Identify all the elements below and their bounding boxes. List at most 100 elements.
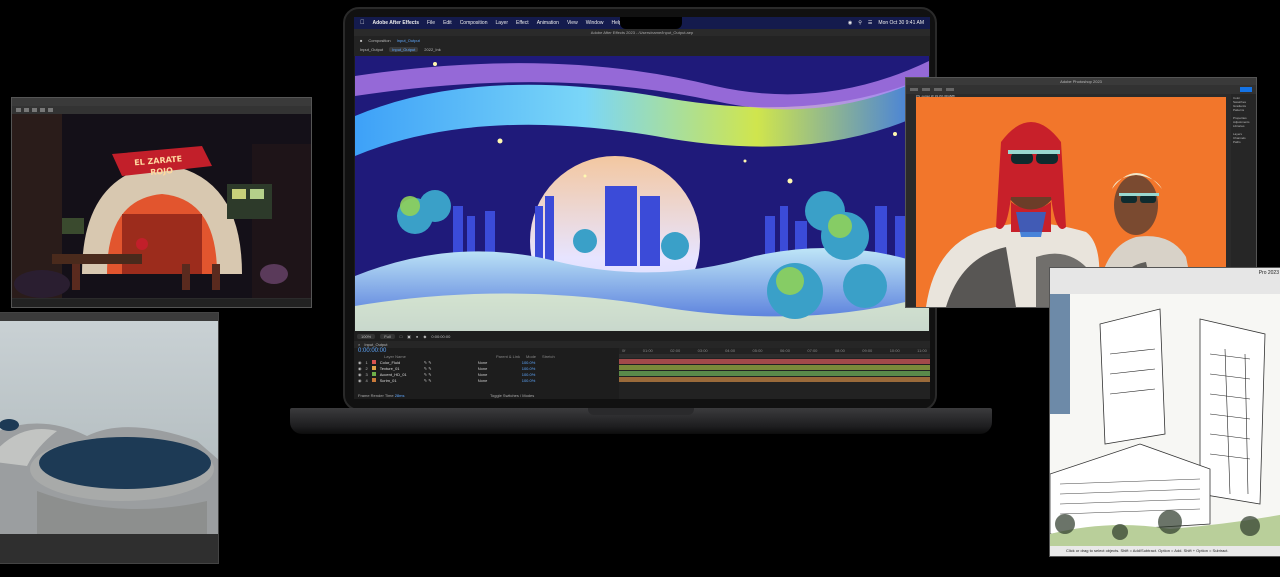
comp-tab-3[interactable]: 2022_Ink [424, 47, 440, 52]
layer-track-bar[interactable] [619, 365, 930, 370]
ruler-tick: 08:00 [834, 348, 845, 353]
layer-track-bar[interactable] [619, 359, 930, 364]
layer-color-label[interactable] [371, 378, 376, 382]
menu-layer[interactable]: Layer [495, 20, 508, 26]
tool-icon[interactable] [48, 108, 53, 112]
sculpt-app-topbar [0, 313, 218, 321]
layer-stretch[interactable]: 100.0% [522, 366, 536, 371]
layer-name[interactable]: Texture_01 [380, 366, 420, 371]
arch-app-toolbar: Pro 2023 [1050, 268, 1280, 294]
eye-icon[interactable]: ◉ [358, 372, 362, 377]
layer-stretch[interactable]: 100.0% [522, 360, 536, 365]
layer-parent[interactable]: None [478, 372, 500, 377]
menu-effect[interactable]: Effect [516, 20, 529, 26]
timeline-tracks[interactable]: 0f 01:00 02:00 03:00 04:00 05:00 06:00 0… [619, 348, 930, 399]
camera-notch [620, 17, 682, 29]
layer-name[interactable]: Scrim_01 [380, 378, 420, 383]
layer-list: 0:00:00:00 Layer Name Parent & Link Mode… [354, 348, 619, 399]
render-app-titlebar [12, 98, 311, 106]
frame-render-value: 28ms [394, 393, 405, 398]
layer-track-bar[interactable] [619, 371, 930, 376]
layer-parent[interactable]: None [478, 366, 500, 371]
tool-option[interactable] [934, 88, 942, 91]
timeline-tab[interactable]: Input_Output [364, 342, 387, 347]
layer-number: 2 [365, 365, 368, 371]
col-parent: Parent & Link [496, 354, 521, 359]
comp-tab-2[interactable]: Input_Output [389, 47, 419, 52]
tool-icon[interactable] [40, 108, 45, 112]
menu-window[interactable]: Window [586, 20, 604, 26]
resolution-select[interactable]: Full [380, 333, 395, 339]
layer-row[interactable]: ◉ 4 Scrim_01 ✎ ✎ None 100.0% [354, 377, 619, 383]
comp-tab-1[interactable]: Input_Output [360, 47, 383, 52]
layer-number: 4 [365, 377, 368, 383]
layer-parent[interactable]: None [478, 360, 500, 365]
render-scene-illustration: EL ZARATE ROJO [12, 114, 311, 298]
layer-stretch[interactable]: 100.0% [522, 372, 536, 377]
sculpt-viewport[interactable] [0, 321, 218, 536]
wifi-icon[interactable]: ◉ [848, 20, 852, 26]
channel-icon[interactable]: ● [416, 334, 418, 339]
tool-option[interactable] [922, 88, 930, 91]
panel-paths[interactable]: Paths [1233, 140, 1256, 144]
lock-icon[interactable]: ■ [360, 38, 362, 43]
ae-composition-viewer[interactable] [355, 56, 929, 331]
switches-icon[interactable]: ✎ ✎ [424, 378, 474, 383]
layer-color-label[interactable] [371, 366, 376, 370]
timeline-close-icon[interactable]: × [358, 342, 360, 347]
col-mode: Mode [526, 354, 537, 359]
menu-edit[interactable]: Edit [443, 20, 452, 26]
share-button[interactable] [1240, 87, 1252, 92]
menu-view[interactable]: View [567, 20, 578, 26]
menu-composition[interactable]: Composition [460, 20, 488, 26]
eye-icon[interactable]: ◉ [358, 366, 362, 371]
layer-color-label[interactable] [371, 360, 376, 364]
macbook-display:  Adobe After Effects File Edit Composit… [343, 7, 937, 411]
switches-icon[interactable]: ✎ ✎ [424, 360, 474, 365]
viewer-timecode[interactable]: 0:00:00:00 [431, 334, 450, 339]
layer-name[interactable]: Color_Fluid [380, 360, 420, 365]
menu-animation[interactable]: Animation [537, 20, 559, 26]
home-icon[interactable] [910, 88, 918, 91]
grid-icon[interactable]: □ [400, 334, 402, 339]
eye-icon[interactable]: ◉ [358, 378, 362, 383]
mask-icon[interactable]: ▣ [407, 334, 411, 339]
control-center-icon[interactable]: ☰ [868, 20, 872, 26]
menu-app-name[interactable]: Adobe After Effects [373, 20, 420, 26]
work-area-bar[interactable] [619, 354, 930, 358]
switches-icon[interactable]: ✎ ✎ [424, 372, 474, 377]
composition-name[interactable]: Input_Output [397, 38, 420, 43]
sculpt-illustration [0, 419, 218, 536]
ruler-tick: 04:00 [725, 348, 736, 353]
tool-icon[interactable] [24, 108, 29, 112]
menu-file[interactable]: File [427, 20, 435, 26]
camera-icon[interactable]: ◆ [423, 334, 426, 339]
ps-window-title: Adobe Photoshop 2023 [906, 78, 1256, 85]
layer-track-bar[interactable] [619, 377, 930, 382]
layer-color-label[interactable] [371, 372, 376, 376]
layer-stretch[interactable]: 100.0% [522, 378, 536, 383]
ae-timeline-panel: × Input_Output 0:00:00:00 Layer Name Par… [354, 341, 930, 399]
frame-render-time: Frame Render Time 28ms [358, 393, 404, 398]
ps-toolbar[interactable] [906, 94, 915, 307]
eye-icon[interactable]: ◉ [358, 360, 362, 365]
composition-artwork [355, 56, 929, 331]
layer-parent[interactable]: None [478, 378, 500, 383]
zoom-select[interactable]: 100% [357, 333, 376, 339]
tool-icon[interactable] [16, 108, 21, 112]
sculpt-app-window [0, 312, 219, 564]
tool-option[interactable] [946, 88, 954, 91]
menubar-clock[interactable]: Mon Oct 30 9:41 AM [878, 20, 924, 26]
arch-app-title: Pro 2023 [1258, 270, 1279, 276]
tool-icon[interactable] [32, 108, 37, 112]
switches-icon[interactable]: ✎ ✎ [424, 366, 474, 371]
search-icon[interactable]: ⚲ [858, 20, 862, 26]
apple-icon[interactable]:  [360, 20, 365, 26]
layer-name[interactable]: Accent_HD_01 [380, 372, 420, 377]
toggle-switches-modes[interactable]: Toggle Switches / Modes [490, 393, 534, 398]
render-viewport[interactable]: EL ZARATE ROJO [12, 114, 311, 298]
ruler-tick: 02:00 [670, 348, 681, 353]
ae-window-title: Adobe After Effects 2023 - /Users/name/I… [354, 29, 930, 36]
arch-viewport[interactable] [1050, 294, 1280, 548]
ps-options-bar [906, 85, 1256, 94]
